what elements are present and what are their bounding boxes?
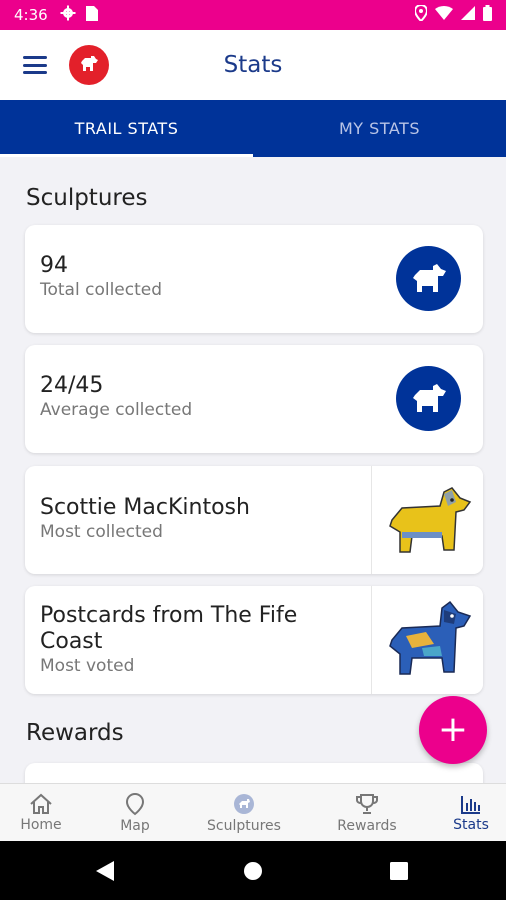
tab-bar: TRAIL STATS MY STATS bbox=[0, 100, 506, 157]
stat-caption: Average collected bbox=[40, 400, 193, 420]
app-bar: Stats bbox=[0, 30, 506, 100]
stat-card-most-voted[interactable]: Postcards from The Fife Coast Most voted bbox=[25, 586, 483, 694]
scottie-dog-icon bbox=[396, 366, 461, 431]
nav-label: Stats bbox=[453, 817, 489, 833]
tab-my-stats[interactable]: MY STATS bbox=[253, 100, 506, 157]
nav-label: Sculptures bbox=[207, 818, 281, 834]
blue-scottie-sculpture-image bbox=[371, 586, 483, 694]
stats-content[interactable]: Sculptures 94 Total collected 24/45 Aver… bbox=[0, 157, 506, 783]
app-logo bbox=[69, 45, 109, 85]
trophy-icon bbox=[356, 794, 378, 814]
sculptures-section-title: Sculptures bbox=[26, 185, 148, 211]
bar-chart-icon bbox=[461, 796, 480, 814]
nav-sculptures[interactable]: Sculptures bbox=[200, 784, 288, 842]
nav-label: Home bbox=[20, 817, 62, 833]
stat-card-total-collected: 94 Total collected bbox=[25, 225, 483, 333]
nav-label: Rewards bbox=[337, 818, 397, 834]
hamburger-menu-icon[interactable] bbox=[23, 56, 47, 74]
stat-caption: Total collected bbox=[40, 280, 163, 300]
back-icon[interactable] bbox=[90, 841, 120, 900]
nav-stats[interactable]: Stats bbox=[449, 784, 493, 842]
sculptures-icon bbox=[234, 794, 254, 814]
scottie-dog-icon bbox=[396, 246, 461, 311]
yellow-scottie-sculpture-image bbox=[371, 466, 483, 574]
rewards-section-title: Rewards bbox=[26, 720, 124, 746]
nav-rewards[interactable]: Rewards bbox=[333, 784, 401, 842]
status-bar: 4:36 bbox=[0, 0, 506, 30]
home-circle-icon[interactable] bbox=[238, 841, 268, 900]
battery-icon bbox=[483, 5, 492, 25]
stat-value: 94 bbox=[40, 253, 68, 278]
location-icon bbox=[413, 3, 429, 25]
status-time: 4:36 bbox=[14, 6, 48, 24]
recents-square-icon[interactable] bbox=[384, 841, 414, 900]
map-pin-icon bbox=[125, 792, 145, 816]
sim-card-icon bbox=[85, 5, 98, 25]
settings-gear-icon bbox=[60, 5, 76, 25]
stat-value: 24/45 bbox=[40, 373, 104, 398]
stat-caption: Most collected bbox=[40, 522, 163, 542]
nav-home[interactable]: Home bbox=[14, 784, 68, 842]
add-button[interactable]: + bbox=[419, 696, 487, 764]
tab-trail-stats[interactable]: TRAIL STATS bbox=[0, 100, 253, 157]
sculpture-name: Postcards from The Fife Coast bbox=[40, 603, 298, 654]
system-navigation-bar bbox=[0, 841, 506, 900]
nav-label: Map bbox=[120, 818, 150, 834]
stat-caption: Most voted bbox=[40, 656, 135, 676]
stat-card-most-collected[interactable]: Scottie MacKintosh Most collected bbox=[25, 466, 483, 574]
home-icon bbox=[30, 793, 52, 814]
rewards-card-peek bbox=[25, 763, 483, 783]
wifi-icon bbox=[435, 6, 453, 24]
bottom-navigation: Home Map Sculptures Rewards Stats bbox=[0, 783, 506, 841]
nav-map[interactable]: Map bbox=[108, 784, 162, 842]
stat-card-average-collected: 24/45 Average collected bbox=[25, 345, 483, 453]
sculpture-name: Scottie MacKintosh bbox=[40, 495, 250, 520]
signal-icon bbox=[461, 6, 475, 24]
